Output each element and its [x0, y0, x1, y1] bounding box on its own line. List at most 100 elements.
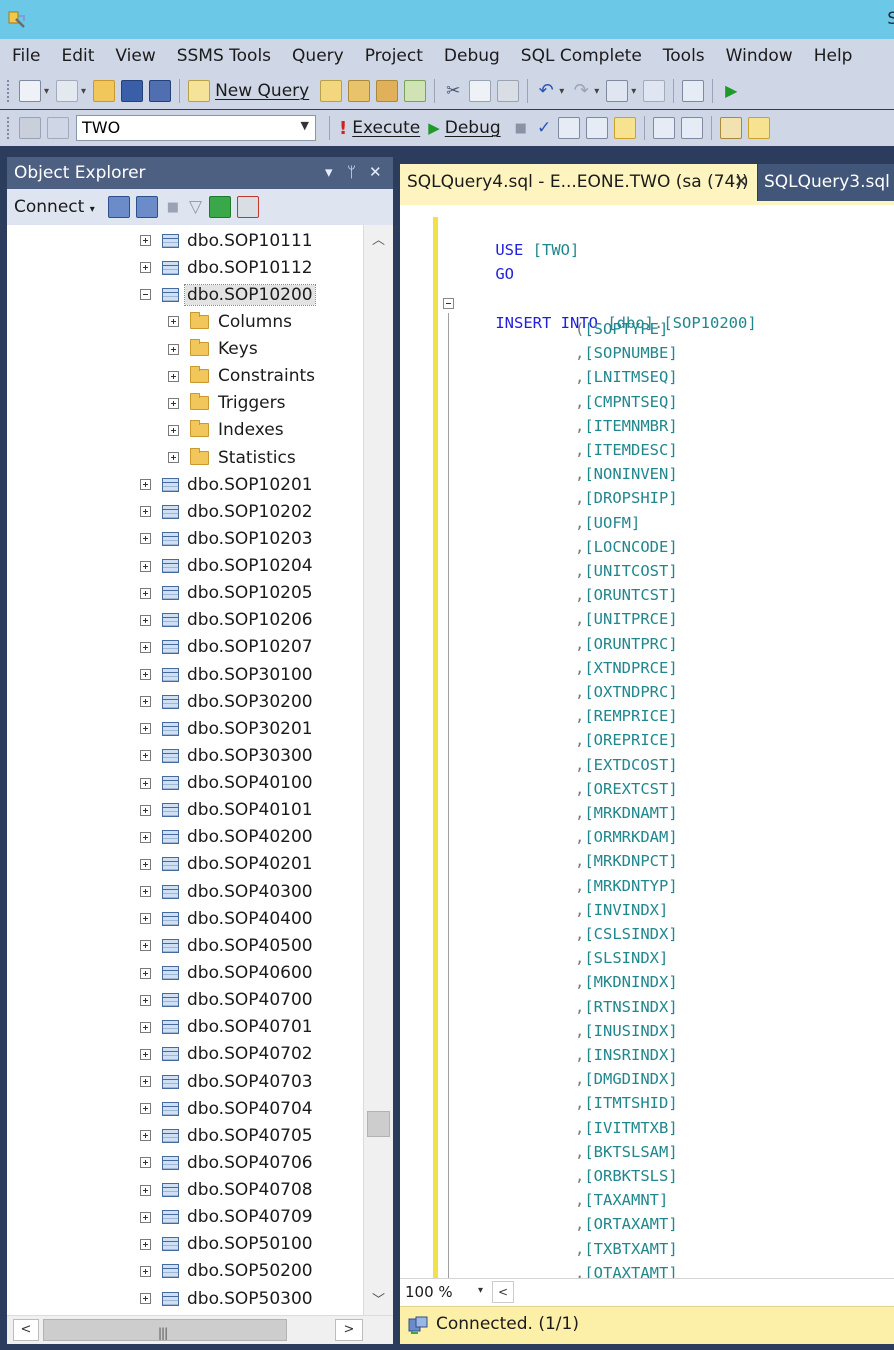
execute-icon[interactable]: !: [339, 118, 347, 139]
expand-icon[interactable]: [140, 1130, 151, 1142]
scroll-right-icon[interactable]: >: [335, 1319, 363, 1341]
new-project-icon[interactable]: [19, 80, 41, 102]
tree-node-folder[interactable]: Statistics: [168, 444, 296, 471]
chevron-down-icon[interactable]: ▼: [301, 119, 309, 132]
vertical-scrollbar[interactable]: ︿ ﹀: [363, 225, 393, 1315]
parse-icon[interactable]: ✓: [537, 118, 551, 138]
expand-icon[interactable]: [140, 262, 151, 274]
new-query-button[interactable]: New Query: [215, 81, 309, 101]
xmla-query-icon[interactable]: [404, 80, 427, 102]
horizontal-scrollbar[interactable]: < ||| >: [7, 1315, 393, 1344]
expand-icon[interactable]: [168, 316, 179, 328]
tree-node-table[interactable]: dbo.SOP10206: [140, 607, 313, 634]
tree-node-table[interactable]: dbo.SOP10207: [140, 634, 313, 661]
expand-icon[interactable]: [140, 1076, 151, 1088]
collapse-icon[interactable]: [140, 289, 151, 301]
tree-node-table[interactable]: dbo.SOP30300: [140, 742, 313, 769]
menu-tools[interactable]: Tools: [663, 46, 705, 66]
tree-node-table[interactable]: dbo.SOP10205: [140, 580, 313, 607]
expand-icon[interactable]: [140, 1265, 151, 1277]
add-item-icon[interactable]: [56, 80, 79, 102]
tab-sqlquery3[interactable]: SQLQuery3.sql -: [758, 164, 894, 201]
ssms-app-icon[interactable]: [8, 10, 26, 28]
tree-node-table[interactable]: dbo.SOP10201: [140, 471, 313, 498]
scroll-left-icon[interactable]: <: [13, 1319, 39, 1341]
database-query-icon[interactable]: [320, 80, 343, 102]
collapse-icon[interactable]: [443, 298, 454, 309]
tree-node-table[interactable]: dbo.SOP30200: [140, 688, 313, 715]
display-estimated-plan-icon[interactable]: [558, 117, 581, 139]
expand-icon[interactable]: [140, 235, 151, 246]
tree-node-table[interactable]: dbo.SOP10202: [140, 498, 313, 525]
expand-icon[interactable]: [140, 831, 151, 843]
tree-node-table[interactable]: dbo.SOP40708: [140, 1177, 313, 1204]
expand-icon[interactable]: [140, 913, 151, 925]
intellisense-icon[interactable]: [614, 117, 637, 139]
menu-view[interactable]: View: [115, 46, 155, 66]
tree-node-table[interactable]: dbo.SOP40500: [140, 932, 313, 959]
activity-monitor-icon[interactable]: [682, 80, 705, 102]
expand-icon[interactable]: [140, 723, 151, 735]
cancel-query-icon[interactable]: ■: [515, 121, 527, 136]
tree-node-table[interactable]: dbo.SOP40700: [140, 987, 313, 1014]
menu-project[interactable]: Project: [365, 46, 423, 66]
scroll-up-icon[interactable]: ︿: [364, 229, 393, 253]
expand-icon[interactable]: [140, 804, 151, 816]
close-tab-icon[interactable]: ✕: [734, 172, 748, 192]
expand-icon[interactable]: [140, 994, 151, 1006]
scroll-thumb[interactable]: |||: [43, 1319, 287, 1341]
stop-icon[interactable]: ■: [167, 200, 179, 215]
tree-node-table[interactable]: dbo.SOP40709: [140, 1204, 313, 1231]
connect-dropdown[interactable]: Connect ▾: [14, 197, 95, 217]
expand-icon[interactable]: [140, 587, 151, 599]
expand-icon[interactable]: [140, 560, 151, 572]
save-icon[interactable]: [121, 80, 144, 102]
expand-icon[interactable]: [140, 940, 151, 952]
zoom-level[interactable]: 100 %: [405, 1283, 453, 1301]
menu-sql-complete[interactable]: SQL Complete: [521, 46, 642, 66]
expand-icon[interactable]: [140, 858, 151, 870]
include-actual-plan-icon[interactable]: [653, 117, 676, 139]
results-to-grid-icon[interactable]: [748, 117, 771, 139]
tree-node-table[interactable]: dbo.SOP50200: [140, 1258, 313, 1285]
expand-icon[interactable]: [140, 479, 151, 491]
debug-icon[interactable]: ▶: [428, 119, 440, 137]
open-folder-icon[interactable]: [93, 80, 116, 102]
tree-node-table[interactable]: dbo.SOP50300: [140, 1285, 313, 1312]
tree-node-folder[interactable]: Keys: [168, 336, 258, 363]
tree-node-table[interactable]: dbo.SOP40701: [140, 1014, 313, 1041]
client-statistics-icon[interactable]: [681, 117, 704, 139]
undo-icon[interactable]: ↶: [536, 81, 556, 101]
menu-ssms-tools[interactable]: SSMS Tools: [177, 46, 271, 66]
expand-icon[interactable]: [168, 397, 179, 409]
menu-help[interactable]: Help: [814, 46, 853, 66]
expand-icon[interactable]: [140, 1293, 151, 1305]
tree-node-table[interactable]: dbo.SOP10204: [140, 553, 313, 580]
tree-node-table[interactable]: dbo.SOP50100: [140, 1231, 313, 1258]
connect-object-explorer-icon[interactable]: [107, 196, 130, 218]
tree-node-folder[interactable]: Columns: [168, 308, 292, 335]
expand-icon[interactable]: [140, 1238, 151, 1250]
cut-icon[interactable]: ✂: [443, 81, 463, 101]
expand-icon[interactable]: [140, 614, 151, 626]
tree-node-folder[interactable]: Triggers: [168, 390, 286, 417]
chevron-down-icon[interactable]: ▾: [594, 86, 599, 97]
chevron-down-icon[interactable]: ▾: [44, 86, 49, 97]
expand-icon[interactable]: [168, 370, 179, 382]
refresh-icon[interactable]: [209, 196, 232, 218]
mdx-query-icon[interactable]: [348, 80, 371, 102]
menu-edit[interactable]: Edit: [61, 46, 94, 66]
expand-icon[interactable]: [168, 343, 179, 355]
menu-window[interactable]: Window: [726, 46, 793, 66]
results-to-text-icon[interactable]: [720, 117, 743, 139]
tree-node-folder[interactable]: Indexes: [168, 417, 284, 444]
tree-node-table[interactable]: dbo.SOP40200: [140, 824, 313, 851]
start-icon[interactable]: ▶: [721, 81, 741, 101]
tree-node-table[interactable]: dbo.SOP40400: [140, 905, 313, 932]
menu-query[interactable]: Query: [292, 46, 344, 66]
chevron-down-icon[interactable]: ▾: [559, 86, 564, 97]
expand-icon[interactable]: [140, 1048, 151, 1060]
activity-monitor-icon[interactable]: [237, 196, 260, 218]
available-databases-select[interactable]: TWO ▼: [76, 115, 316, 141]
tree-node-table[interactable]: dbo.SOP40101: [140, 797, 313, 824]
